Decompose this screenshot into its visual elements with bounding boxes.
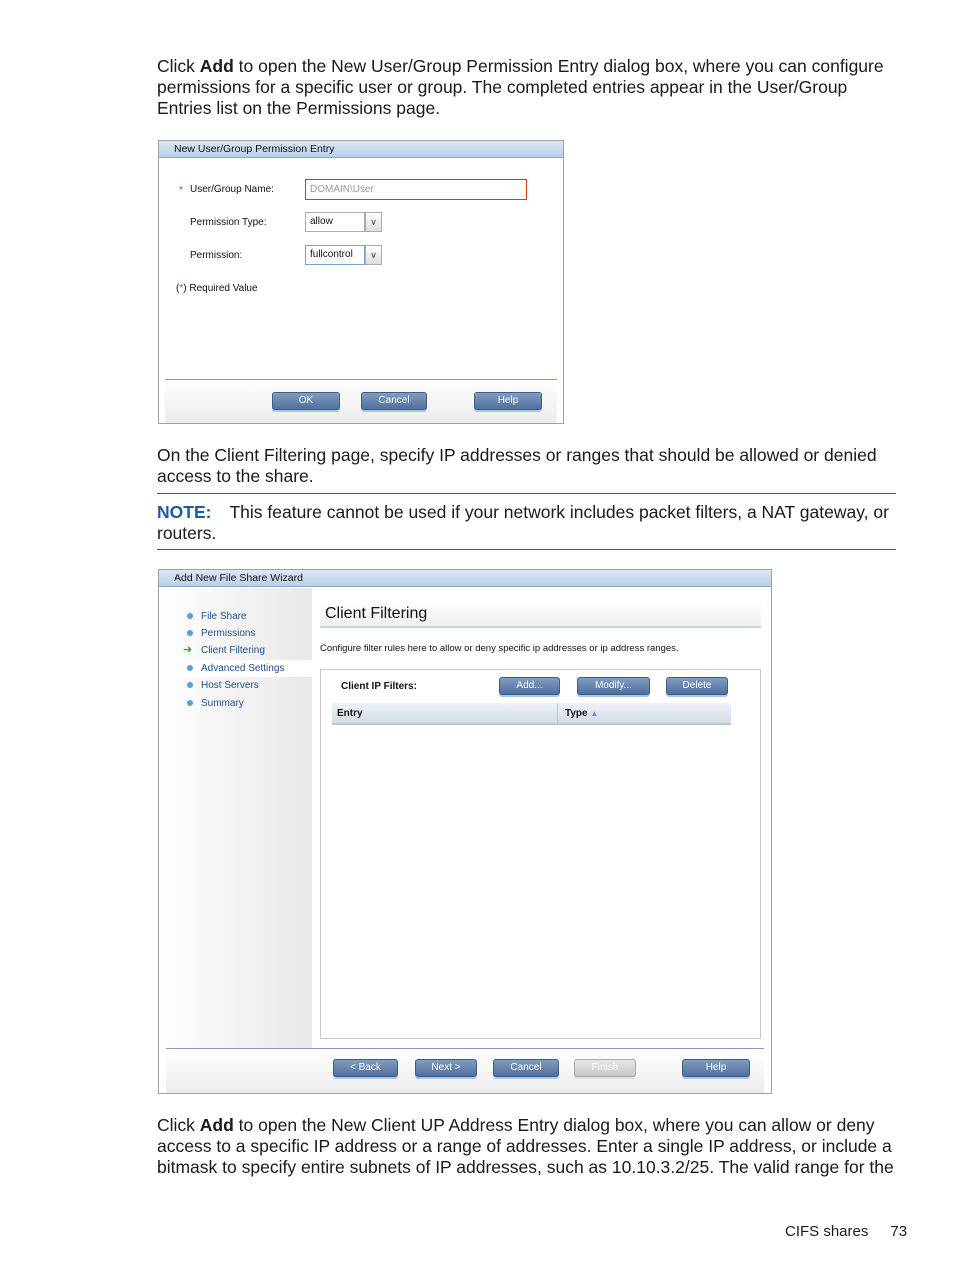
filters-table-header: Entry Type ▲ <box>332 703 731 725</box>
next-button[interactable]: Next > <box>415 1059 477 1077</box>
finish-button[interactable]: Finish <box>574 1059 636 1077</box>
page-description: Configure filter rules here to allow or … <box>320 643 679 654</box>
required-asterisk: * <box>179 185 183 196</box>
section-name: CIFS shares <box>785 1223 869 1240</box>
user-group-label: User/Group Name: <box>190 184 274 195</box>
help-button[interactable]: Help <box>682 1059 750 1077</box>
bullet-icon <box>187 665 193 671</box>
permission-type-value: allow <box>310 216 333 227</box>
column-type[interactable]: Type ▲ <box>565 703 598 725</box>
sort-ascending-icon: ▲ <box>590 709 599 718</box>
note-top-rule <box>157 493 896 494</box>
cancel-button[interactable]: Cancel <box>361 392 427 410</box>
page-heading: Client Filtering <box>320 600 761 628</box>
filters-panel: Client IP Filters: Add... Modify... Dele… <box>320 669 761 1039</box>
chevron-down-icon[interactable]: ∨ <box>365 245 382 265</box>
page-number: 73 <box>890 1223 908 1240</box>
nav-file-share[interactable]: File Share <box>183 608 309 625</box>
ok-button[interactable]: OK <box>272 392 340 410</box>
back-button[interactable]: < Back <box>333 1059 398 1077</box>
delete-filter-button[interactable]: Delete <box>666 677 728 695</box>
nav-permissions[interactable]: Permissions <box>183 625 309 642</box>
wizard-title: Add New File Share Wizard <box>159 570 771 587</box>
nav-summary[interactable]: Summary <box>183 695 309 712</box>
nav-advanced-settings[interactable]: Advanced Settings <box>183 660 312 677</box>
column-entry[interactable]: Entry <box>337 703 558 723</box>
page-footer: CIFS shares 73 <box>785 1223 907 1240</box>
note-bottom-rule <box>157 549 896 550</box>
bullet-icon <box>187 700 193 706</box>
dialog-title: New User/Group Permission Entry <box>159 141 563 158</box>
permission-entry-dialog: New User/Group Permission Entry * User/G… <box>158 140 564 424</box>
permission-type-select[interactable]: allow ∨ <box>305 212 382 232</box>
permission-select[interactable]: fullcontrol ∨ <box>305 245 382 265</box>
bullet-icon <box>187 613 193 619</box>
nav-host-servers[interactable]: Host Servers <box>183 677 309 694</box>
help-button[interactable]: Help <box>474 392 542 410</box>
permission-value: fullcontrol <box>310 249 353 260</box>
file-share-wizard: Add New File Share Wizard File Share Per… <box>158 569 772 1094</box>
permission-label: Permission: <box>190 250 243 261</box>
paragraph-add-client: Click Add to open the New Client UP Addr… <box>157 1115 894 1177</box>
chevron-down-icon[interactable]: ∨ <box>365 212 382 232</box>
nav-client-filtering[interactable]: ➜ Client Filtering <box>183 642 309 659</box>
note: NOTE: This feature cannot be used if your… <box>157 502 889 543</box>
modify-filter-button[interactable]: Modify... <box>577 677 650 695</box>
cancel-button[interactable]: Cancel <box>493 1059 559 1077</box>
required-note: (*) Required Value <box>176 283 258 294</box>
bullet-icon <box>187 630 193 636</box>
user-group-name-input[interactable]: DOMAIN\User <box>305 179 527 200</box>
client-ip-filters-label: Client IP Filters: <box>341 681 417 692</box>
paragraph-intro: Click Add to open the New User/Group Per… <box>157 56 884 118</box>
bullet-icon <box>187 682 193 688</box>
permission-type-label: Permission Type: <box>190 217 267 228</box>
arrow-right-icon: ➜ <box>183 644 193 656</box>
paragraph-client-filtering: On the Client Filtering page, specify IP… <box>157 445 877 486</box>
add-filter-button[interactable]: Add... <box>499 677 560 695</box>
